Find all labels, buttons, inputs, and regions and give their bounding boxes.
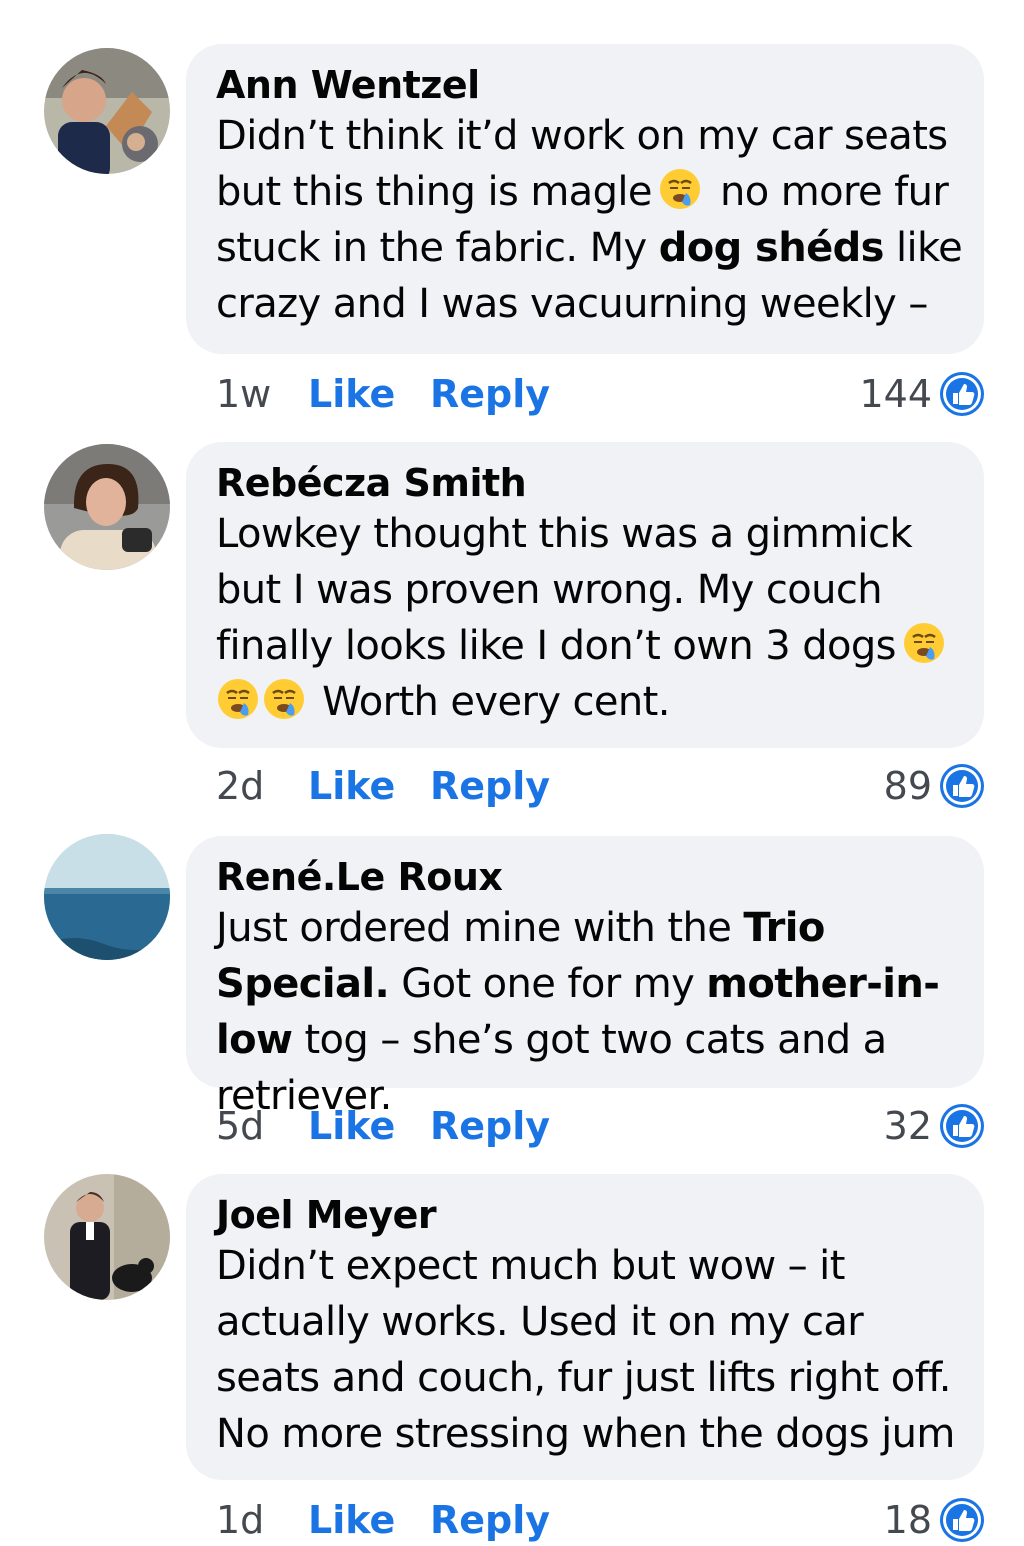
avatar[interactable]: [44, 48, 170, 174]
avatar[interactable]: [44, 444, 170, 570]
comment-actions: 2d Like Reply 89: [216, 760, 986, 812]
grimacing-tear-emoji-icon: [658, 167, 702, 211]
avatar[interactable]: [44, 834, 170, 960]
reaction-count: 144: [859, 372, 932, 416]
comment-author[interactable]: Joel Meyer: [216, 1192, 964, 1238]
reaction-summary[interactable]: 32: [884, 1100, 986, 1152]
comment-bubble: Ann Wentzel Didn’t think it’d work on my…: [186, 44, 984, 354]
reply-button[interactable]: Reply: [430, 760, 550, 812]
reaction-summary[interactable]: 144: [859, 368, 986, 420]
comment-text: Didn’t think it’d work on my car seats b…: [216, 113, 963, 327]
grimacing-tear-emoji-icon: [902, 621, 946, 665]
comment-actions: 1w Like Reply 144: [216, 368, 986, 420]
like-thumbs-up-icon: [938, 762, 986, 810]
like-button[interactable]: Like: [308, 1100, 395, 1152]
comment-text: Lowkey thought this was a gimmick but I …: [216, 506, 964, 730]
reaction-count: 18: [883, 1498, 932, 1542]
comment-bubble: Rebécza Smith Lowkey thought this was a …: [186, 442, 984, 748]
comment-timestamp[interactable]: 1w: [216, 368, 271, 420]
reaction-count: 89: [883, 764, 932, 808]
like-thumbs-up-icon: [938, 1102, 986, 1150]
like-button[interactable]: Like: [308, 368, 395, 420]
grimacing-tear-emoji-icon: [216, 677, 260, 721]
like-thumbs-up-icon: [938, 1496, 986, 1544]
reply-button[interactable]: Reply: [430, 1100, 550, 1152]
comment-bubble: René.Le Roux Just ordered mine with the …: [186, 836, 984, 1119]
comment-text: Just ordered mine with the Trio Special.…: [216, 905, 940, 1119]
avatar[interactable]: [44, 1174, 170, 1300]
like-thumbs-up-icon: [938, 370, 986, 418]
avatar-photo: [44, 48, 170, 174]
comment-timestamp[interactable]: 2d: [216, 760, 264, 812]
reaction-summary[interactable]: 18: [884, 1494, 986, 1546]
comment-actions: 5d Like Reply 32: [216, 1100, 986, 1152]
comment-text: Didn’t expect much but wow – it actually…: [216, 1243, 955, 1457]
like-button[interactable]: Like: [308, 760, 395, 812]
avatar-photo: [44, 444, 170, 570]
like-button[interactable]: Like: [308, 1494, 395, 1546]
comment-timestamp[interactable]: 1d: [216, 1494, 264, 1546]
comment-bubble: Joel Meyer Didn’t expect much but wow – …: [186, 1174, 984, 1480]
reaction-count: 32: [883, 1104, 932, 1148]
comment-author[interactable]: Ann Wentzel: [216, 62, 964, 108]
reply-button[interactable]: Reply: [430, 368, 550, 420]
comment-timestamp[interactable]: 5d: [216, 1100, 264, 1152]
comment-author[interactable]: René.Le Roux: [216, 854, 964, 900]
avatar-photo: [44, 1174, 170, 1300]
reaction-summary[interactable]: 89: [884, 760, 986, 812]
avatar-photo: [44, 834, 170, 960]
comment-actions: 1d Like Reply 18: [216, 1494, 986, 1546]
comment-author[interactable]: Rebécza Smith: [216, 460, 964, 506]
grimacing-tear-emoji-icon: [262, 677, 306, 721]
reply-button[interactable]: Reply: [430, 1494, 550, 1546]
